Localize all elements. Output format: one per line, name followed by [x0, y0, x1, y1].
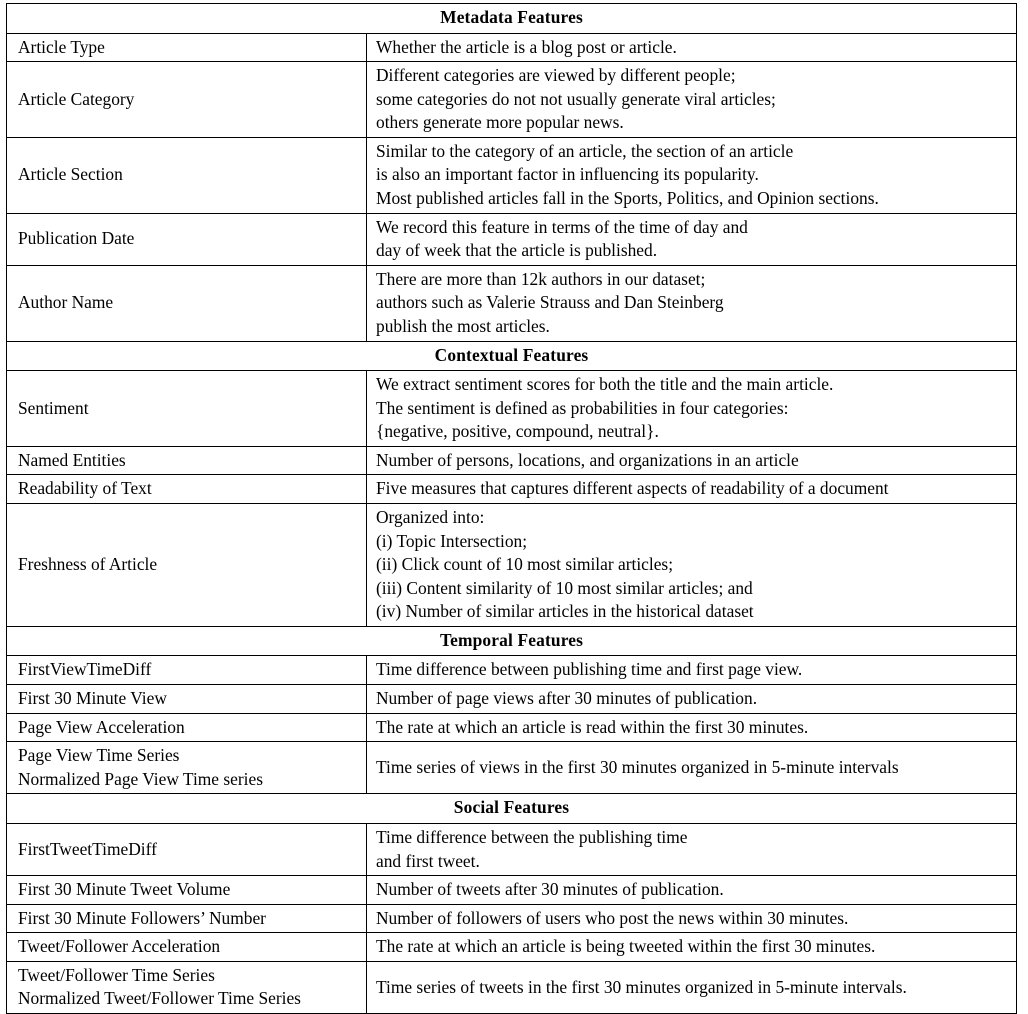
feature-description-table: Metadata Features Article Type Whether the…: [5, 3, 1018, 1014]
table-row: Tweet/Follower Time Series Normalized Tw…: [6, 960, 1018, 1014]
feature-description-cell: Whether the article is a blog post or ar…: [365, 32, 1018, 63]
section-header-cell: Metadata Features: [5, 3, 1018, 34]
feature-name-cell: Named Entities: [6, 445, 367, 476]
section-header-cell: Temporal Features: [5, 625, 1018, 657]
table-row: Article Section Similar to the category o…: [6, 136, 1018, 214]
table-row: Freshness of Article Organized into: (i) …: [6, 502, 1018, 627]
section-header-row: Social Features: [5, 793, 1018, 824]
section-header-cell: Social Features: [5, 793, 1018, 824]
table-row: First 30 Minute Followers’ Number Number …: [6, 903, 1018, 934]
feature-name-cell: Article Category: [6, 61, 367, 138]
feature-table-container: Metadata Features Article Type Whether the…: [0, 0, 1028, 1014]
feature-name-cell: Article Section: [6, 136, 367, 214]
table-row: First 30 Minute View Number of page views…: [6, 684, 1018, 714]
feature-name-cell: First 30 Minute Tweet Volume: [6, 875, 367, 905]
section-header-cell: Contextual Features: [5, 340, 1018, 372]
table-row: Page View Acceleration The rate at which …: [6, 712, 1018, 743]
table-row: Article Type Whether the article is a blo…: [6, 32, 1018, 63]
feature-name-cell: Freshness of Article: [6, 502, 367, 627]
feature-description-cell: Organized into: (i) Topic Intersection; …: [365, 502, 1018, 627]
feature-description-cell: We extract sentiment scores for both the…: [365, 370, 1018, 447]
feature-description-cell: Different categories are viewed by diffe…: [365, 61, 1018, 138]
feature-name-cell: Page View Acceleration: [6, 712, 367, 743]
section-header-label: Social Features: [453, 797, 570, 818]
feature-description-cell: Time series of tweets in the first 30 mi…: [365, 960, 1018, 1014]
feature-name-cell: Readability of Text: [6, 474, 367, 504]
feature-name-cell: Page View Time Series Normalized Page Vi…: [6, 741, 367, 795]
feature-name-cell: FirstTweetTimeDiff: [6, 822, 367, 877]
table-row: Tweet/Follower Acceleration The rate at w…: [6, 932, 1018, 962]
table-row: Readability of Text Five measures that ca…: [6, 474, 1018, 504]
feature-description-cell: Number of persons, locations, and organi…: [365, 445, 1018, 476]
feature-name-cell: Tweet/Follower Acceleration: [6, 932, 367, 962]
feature-description-cell: Five measures that captures different as…: [365, 474, 1018, 504]
section-header-row: Contextual Features: [5, 340, 1018, 372]
feature-description-cell: There are more than 12k authors in our d…: [365, 264, 1018, 342]
table-row: FirstTweetTimeDiff Time difference betwee…: [6, 822, 1018, 877]
feature-description-cell: Time series of views in the first 30 min…: [365, 741, 1018, 795]
table-row: Author Name There are more than 12k autho…: [6, 264, 1018, 342]
section-header-label: Contextual Features: [434, 344, 589, 365]
feature-name-cell: Article Type: [6, 32, 367, 63]
section-header-row: Metadata Features: [5, 3, 1018, 34]
feature-name-cell: Sentiment: [6, 370, 367, 447]
section-header-row: Temporal Features: [5, 625, 1018, 657]
feature-description-cell: The rate at which an article is being tw…: [365, 932, 1018, 962]
section-header-label: Temporal Features: [439, 629, 584, 650]
table-body: Metadata Features Article Type Whether the…: [5, 3, 1018, 1014]
feature-description-cell: Number of page views after 30 minutes of…: [365, 684, 1018, 714]
feature-name-cell: First 30 Minute View: [6, 684, 367, 714]
section-header-label: Metadata Features: [440, 7, 583, 27]
feature-name-cell: Publication Date: [6, 212, 367, 266]
table-row: Sentiment We extract sentiment scores for…: [6, 370, 1018, 447]
feature-description-cell: Similar to the category of an article, t…: [365, 136, 1018, 214]
feature-description-cell: Number of tweets after 30 minutes of pub…: [365, 875, 1018, 905]
feature-description-cell: We record this feature in terms of the t…: [365, 212, 1018, 266]
feature-description-cell: Number of followers of users who post th…: [365, 903, 1018, 934]
table-row: First 30 Minute Tweet Volume Number of tw…: [6, 875, 1018, 905]
table-row: Article Category Different categories are…: [6, 61, 1018, 138]
table-row: Page View Time Series Normalized Page Vi…: [6, 741, 1018, 795]
feature-description-cell: Time difference between the publishing t…: [365, 822, 1018, 877]
table-row: Named Entities Number of persons, locatio…: [6, 445, 1018, 476]
feature-name-cell: Tweet/Follower Time Series Normalized Tw…: [6, 960, 367, 1014]
table-row: Publication Date We record this feature i…: [6, 212, 1018, 266]
feature-name-cell: FirstViewTimeDiff: [6, 655, 367, 686]
feature-name-cell: Author Name: [6, 264, 367, 342]
feature-description-cell: Time difference between publishing time …: [365, 655, 1018, 686]
table-row: FirstViewTimeDiff Time difference between…: [6, 655, 1018, 686]
feature-description-cell: The rate at which an article is read wit…: [365, 712, 1018, 743]
feature-name-cell: First 30 Minute Followers’ Number: [6, 903, 367, 934]
